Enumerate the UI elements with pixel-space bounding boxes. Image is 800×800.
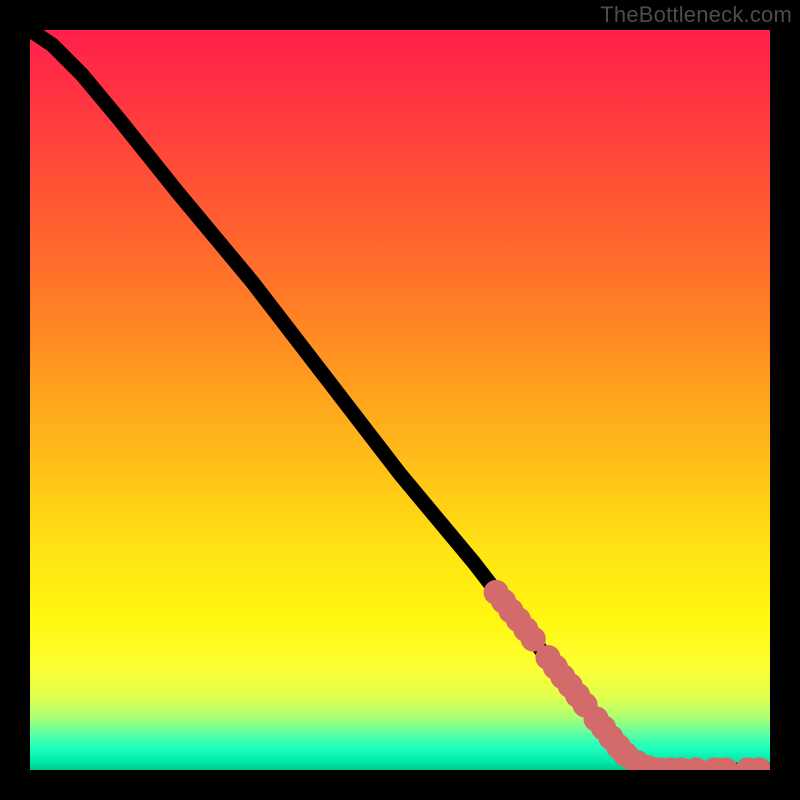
data-marker — [524, 630, 542, 648]
bottleneck-curve — [30, 30, 770, 770]
data-marker — [750, 761, 768, 770]
chart-overlay-svg — [30, 30, 770, 770]
marker-group — [487, 584, 767, 770]
plot-area — [30, 30, 770, 770]
data-marker — [717, 761, 735, 770]
chart-frame: TheBottleneck.com — [0, 0, 800, 800]
watermark-text: TheBottleneck.com — [600, 2, 792, 28]
